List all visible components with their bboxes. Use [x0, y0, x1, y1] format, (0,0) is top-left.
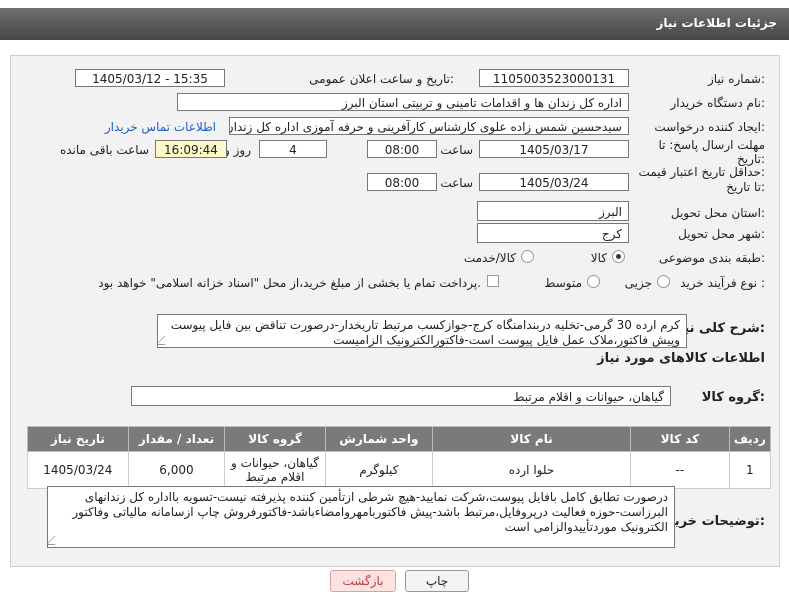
validity-label-date: تا تاریخ:	[726, 180, 765, 194]
validity-date-field: 1405/03/24	[479, 173, 629, 191]
details-panel: شماره نیاز: 1105003523000131 تاریخ و ساع…	[10, 55, 780, 567]
contact-info-link[interactable]: اطلاعات تماس خریدار	[105, 120, 216, 134]
deadline-date-field: 1405/03/17	[479, 140, 629, 158]
resize-grip-icon[interactable]	[158, 336, 174, 345]
treasury-payment-checkbox[interactable]	[487, 275, 499, 287]
validity-time-field: 08:00	[367, 173, 437, 191]
category-goods-service-radio[interactable]	[521, 250, 534, 263]
items-table: ردیف کد کالا نام کالا واحد شمارش گروه کا…	[27, 426, 772, 489]
category-goods-radio[interactable]	[612, 250, 625, 263]
remaining-time-field: 16:09:44	[155, 140, 227, 158]
resize-grip-icon[interactable]	[48, 536, 64, 545]
cell-unit: کیلوگرم	[324, 451, 433, 489]
cell-goods-name: حلوا ارده	[431, 451, 632, 489]
category-goods-service-label: کالا/خدمت	[463, 251, 516, 265]
goods-group-field: گیاهان، حیوانات و اقلام مرتبط	[131, 386, 671, 406]
buyer-org-field: اداره کل زندان ها و اقدامات تامینی و ترب…	[177, 93, 629, 111]
cell-quantity: 6,000	[127, 451, 226, 489]
province-field: البرز	[477, 201, 629, 221]
requester-label: ایجاد کننده درخواست:	[654, 120, 765, 134]
col-quantity: تعداد / مقدار	[127, 426, 226, 452]
col-row: ردیف	[728, 426, 772, 452]
table-row: 1 -- حلوا ارده کیلوگرم گیاهان، حیوانات و…	[27, 451, 772, 489]
requester-field: سیدحسین شمس زاده علوی کارشناس کارآفرینی …	[229, 117, 629, 135]
process-medium-label: متوسط	[544, 276, 582, 290]
city-label: شهر محل تحویل:	[678, 227, 765, 241]
validity-label: حداقل تاریخ اعتبار قیمت:	[638, 165, 765, 179]
need-number-label: شماره نیاز:	[707, 72, 765, 86]
deadline-time-label: ساعت	[440, 143, 473, 157]
cell-row: 1	[728, 451, 772, 489]
deadline-time-field: 08:00	[367, 140, 437, 158]
days-field: 4	[259, 140, 327, 158]
category-label: طبقه بندی موضوعی:	[658, 251, 765, 265]
process-medium-radio[interactable]	[587, 275, 600, 288]
buyer-notes-text: درصورت تطابق کامل بافایل پیوست،شرکت نمای…	[72, 490, 668, 534]
province-label: استان محل تحویل:	[670, 206, 765, 220]
page-title: جزئیات اطلاعات نیاز	[656, 16, 777, 30]
announce-label: تاریخ و ساعت اعلان عمومی:	[309, 72, 454, 86]
buyer-notes-textarea[interactable]: درصورت تطابق کامل بافایل پیوست،شرکت نمای…	[47, 486, 675, 548]
col-goods-group: گروه کالا	[224, 426, 326, 452]
cell-goods-group: گیاهان، حیوانات و اقلام مرتبط	[224, 451, 326, 489]
buyer-org-label: نام دستگاه خریدار:	[670, 96, 766, 110]
goods-info-heading: اطلاعات کالاهای مورد نیاز	[597, 351, 765, 366]
category-goods-label: کالا	[590, 251, 607, 265]
print-button[interactable]: چاپ	[405, 570, 469, 592]
remaining-label: ساعت باقی مانده	[59, 143, 149, 157]
need-number-field: 1105003523000131	[479, 69, 629, 87]
announce-field: 1405/03/12 - 15:35	[75, 69, 225, 87]
days-label: روز و	[224, 143, 251, 157]
deadline-label: مهلت ارسال پاسخ: تا	[658, 138, 765, 152]
col-unit: واحد شمارش	[324, 426, 433, 452]
goods-group-label: گروه کالا:	[701, 390, 765, 405]
back-button[interactable]: بازگشت	[330, 570, 396, 592]
cell-need-date: 1405/03/24	[27, 451, 129, 489]
table-header-row: ردیف کد کالا نام کالا واحد شمارش گروه کا…	[27, 426, 772, 452]
treasury-payment-note: پرداخت تمام یا بخشی از مبلغ خرید،از محل …	[98, 276, 481, 290]
description-text: کرم ارده 30 گرمی-تخلیه دربندامنگاه کرج-ج…	[170, 318, 680, 347]
cell-goods-code: --	[630, 451, 730, 489]
description-textarea[interactable]: کرم ارده 30 گرمی-تخلیه دربندامنگاه کرج-ج…	[157, 314, 687, 348]
validity-time-label: ساعت	[440, 176, 473, 190]
city-field: کرج	[477, 223, 629, 243]
process-minor-label: جزیی	[624, 276, 652, 290]
process-minor-radio[interactable]	[657, 275, 670, 288]
col-goods-code: کد کالا	[630, 426, 730, 452]
process-label: نوع فرآیند خرید :	[680, 276, 765, 290]
col-goods-name: نام کالا	[431, 426, 632, 452]
col-need-date: تاریخ نیاز	[27, 426, 129, 452]
title-bar: جزئیات اطلاعات نیاز	[0, 8, 789, 40]
deadline-label-date: تاریخ:	[737, 152, 765, 166]
